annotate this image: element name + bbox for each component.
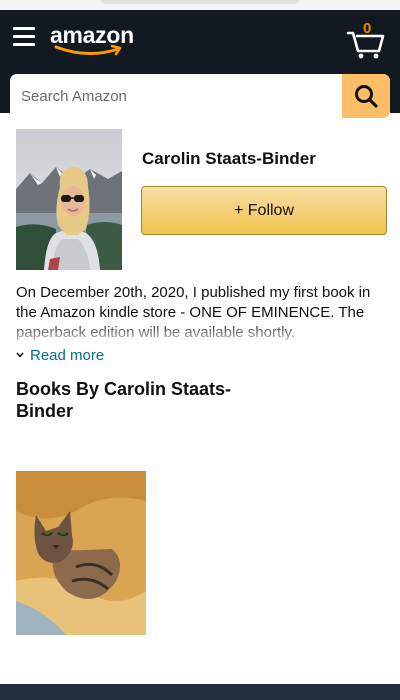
logo-smile-icon <box>54 44 122 56</box>
hamburger-menu-icon[interactable] <box>13 27 37 47</box>
search-input[interactable] <box>10 74 342 118</box>
app-header: amazon 0 <box>0 10 400 118</box>
read-more-link[interactable]: Read more <box>16 345 104 365</box>
search-button[interactable] <box>342 74 390 118</box>
search-bar <box>10 74 390 118</box>
books-heading: Books By Carolin Staats-Binder <box>16 379 232 421</box>
search-icon <box>355 85 378 108</box>
status-pill <box>100 0 300 4</box>
cart-button[interactable]: 0 <box>346 20 386 60</box>
author-photo <box>16 129 122 270</box>
cart-count-badge: 0 <box>363 20 372 37</box>
bottom-bar <box>0 684 400 700</box>
amazon-logo[interactable]: amazon <box>50 22 140 58</box>
book-cover[interactable] <box>16 471 146 635</box>
chevron-down-icon <box>16 352 24 358</box>
follow-button[interactable]: + Follow <box>141 186 387 235</box>
author-name: Carolin Staats-Binder <box>142 149 316 168</box>
status-strip <box>0 0 400 10</box>
read-more-label: Read more <box>30 346 105 364</box>
bio-fade-overlay <box>0 320 400 346</box>
